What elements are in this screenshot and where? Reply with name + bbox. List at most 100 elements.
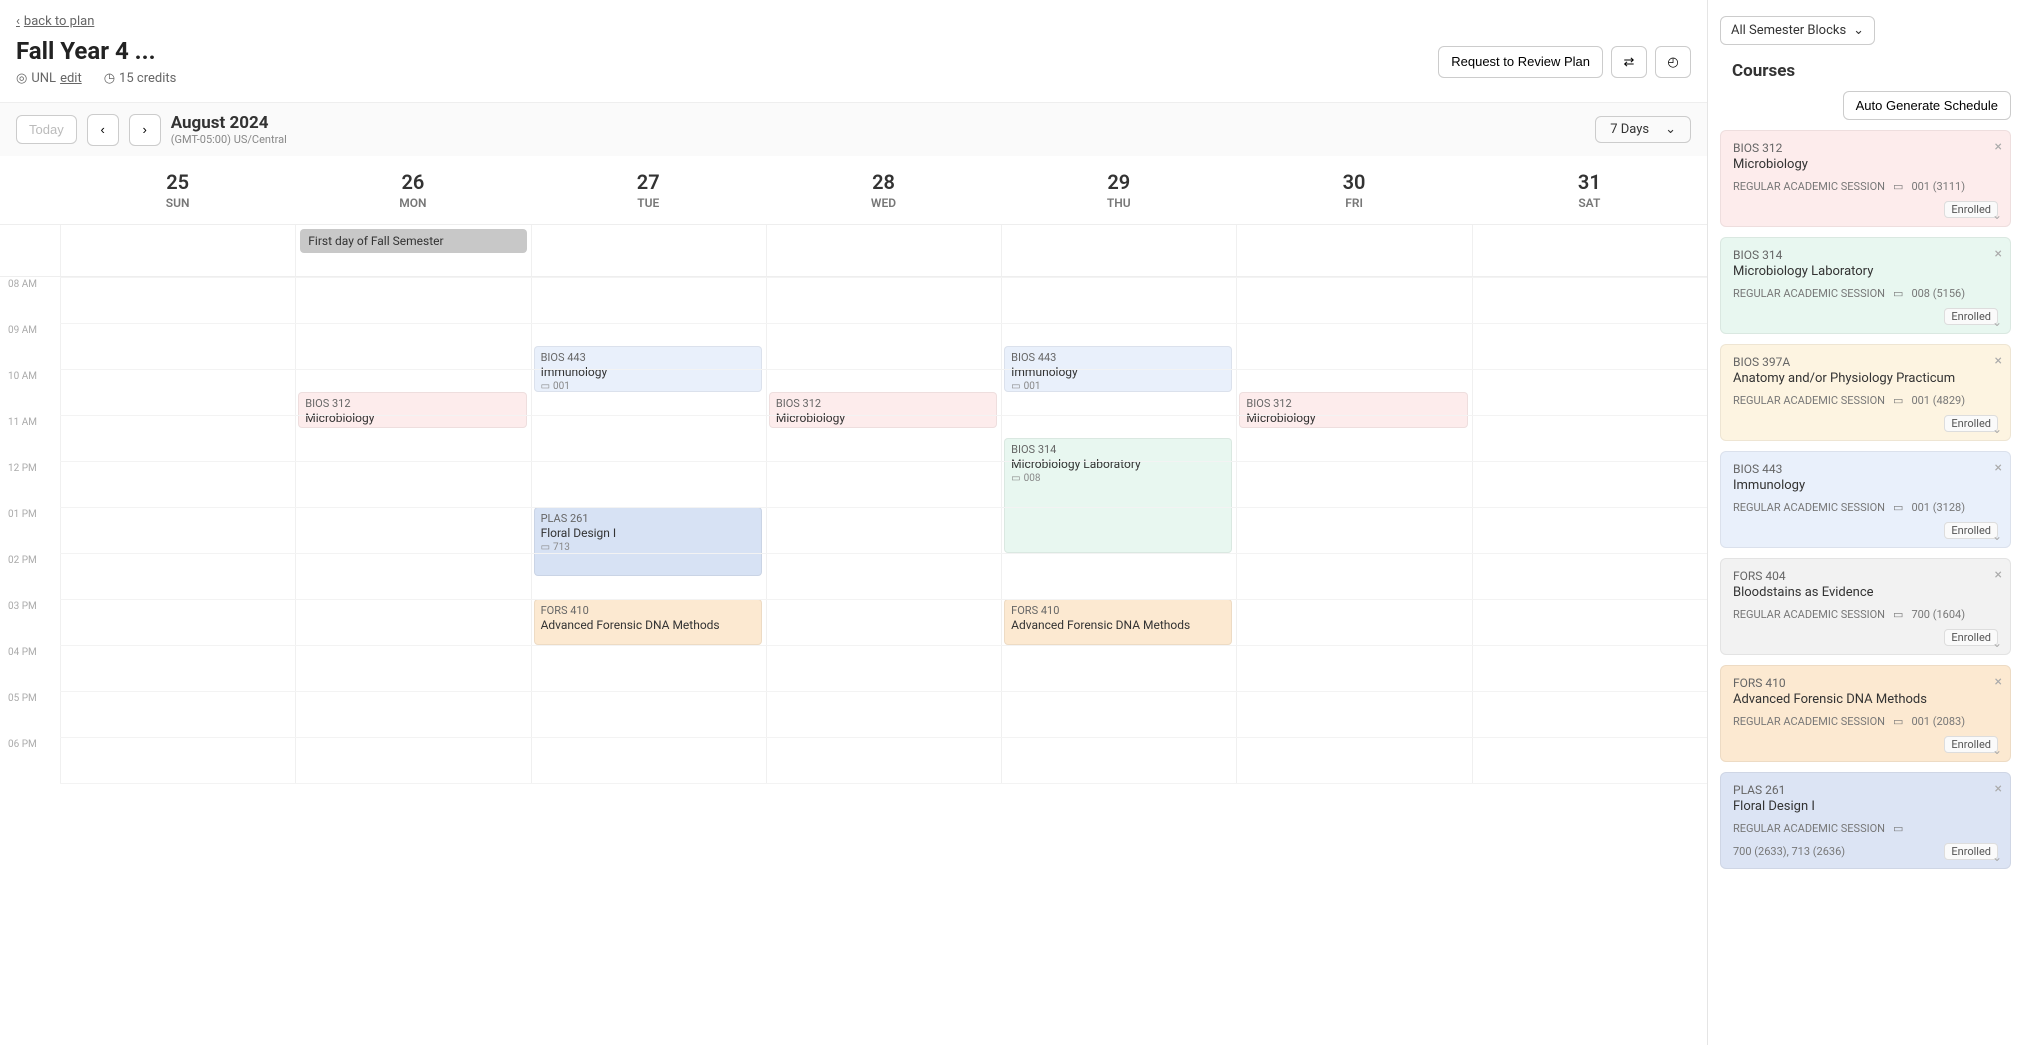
calendar-event[interactable]: FORS 410Advanced Forensic DNA Methods xyxy=(1004,599,1232,645)
stopwatch-icon: ◴ xyxy=(1667,54,1678,70)
chevron-right-icon: › xyxy=(143,122,147,137)
allday-event[interactable]: First day of Fall Semester xyxy=(300,229,526,253)
section-label: 700 (2633), 713 (2636) xyxy=(1733,845,1845,858)
section-label: 700 (1604) xyxy=(1911,608,1965,621)
calendar-icon: ▭ xyxy=(1893,608,1903,621)
course-card[interactable]: × PLAS 261 Floral Design I REGULAR ACADE… xyxy=(1720,772,2011,869)
calendar-icon: ▭ xyxy=(1893,287,1903,300)
chevron-down-icon[interactable]: ⌄ xyxy=(1992,743,2002,757)
day-number: 29 xyxy=(1001,170,1236,194)
chevron-down-icon[interactable]: ⌄ xyxy=(1992,529,2002,543)
course-name: Floral Design I xyxy=(1733,799,1998,814)
time-label: 06 PM xyxy=(0,737,60,783)
prev-week-button[interactable]: ‹ xyxy=(87,114,119,146)
chevron-down-icon[interactable]: ⌄ xyxy=(1992,850,2002,864)
time-label: 02 PM xyxy=(0,553,60,599)
course-card[interactable]: × BIOS 443 Immunology REGULAR ACADEMIC S… xyxy=(1720,451,2011,548)
day-column xyxy=(60,277,295,783)
calendar-icon: ▭ xyxy=(1893,715,1903,728)
event-code: PLAS 261 xyxy=(541,512,755,525)
calendar-icon: ▭ xyxy=(541,381,550,392)
day-name: SAT xyxy=(1472,196,1707,210)
day-column: BIOS 312Microbiology xyxy=(295,277,530,783)
time-label: 11 AM xyxy=(0,415,60,461)
calendar-event[interactable]: BIOS 312Microbiology xyxy=(1239,392,1467,428)
request-review-button[interactable]: Request to Review Plan xyxy=(1438,46,1603,78)
day-number: 27 xyxy=(531,170,766,194)
calendar-event[interactable]: BIOS 314Microbiology Laboratory▭008 xyxy=(1004,438,1232,553)
edit-link[interactable]: edit xyxy=(60,71,82,86)
chevron-down-icon[interactable]: ⌄ xyxy=(1992,315,2002,329)
session-label: REGULAR ACADEMIC SESSION xyxy=(1733,608,1885,621)
semester-filter-select[interactable]: All Semester Blocks ⌄ xyxy=(1720,16,1875,45)
day-header: 26 MON xyxy=(295,156,530,224)
back-to-plan-link[interactable]: ‹ back to plan xyxy=(16,14,94,29)
day-column xyxy=(1472,277,1707,783)
course-card[interactable]: × FORS 404 Bloodstains as Evidence REGUL… xyxy=(1720,558,2011,655)
close-icon[interactable]: × xyxy=(1995,567,2002,583)
chevron-down-icon: ⌄ xyxy=(1665,122,1676,137)
course-card[interactable]: × BIOS 314 Microbiology Laboratory REGUL… xyxy=(1720,237,2011,334)
section-label: 001 (2083) xyxy=(1911,715,1965,728)
event-code: BIOS 443 xyxy=(1011,351,1225,364)
day-column: BIOS 312Microbiology xyxy=(766,277,1001,783)
course-code: BIOS 314 xyxy=(1733,248,1998,262)
chevron-down-icon[interactable]: ⌄ xyxy=(1992,208,2002,222)
institution-label: UNL xyxy=(31,71,56,86)
close-icon[interactable]: × xyxy=(1995,674,2002,690)
course-name: Advanced Forensic DNA Methods xyxy=(1733,692,1998,707)
close-icon[interactable]: × xyxy=(1995,781,2002,797)
calendar-icon: ▭ xyxy=(1011,381,1020,392)
event-code: FORS 410 xyxy=(1011,604,1225,617)
location-icon: ◎ xyxy=(16,71,27,86)
day-header: 31 SAT xyxy=(1472,156,1707,224)
event-name: Advanced Forensic DNA Methods xyxy=(541,618,755,632)
day-header: 28 WED xyxy=(766,156,1001,224)
time-label: 01 PM xyxy=(0,507,60,553)
status-badge: Enrolled xyxy=(1944,736,1998,753)
time-label: 03 PM xyxy=(0,599,60,645)
calendar-event[interactable]: FORS 410Advanced Forensic DNA Methods xyxy=(534,599,762,645)
course-card[interactable]: × BIOS 312 Microbiology REGULAR ACADEMIC… xyxy=(1720,130,2011,227)
close-icon[interactable]: × xyxy=(1995,353,2002,369)
time-label: 05 PM xyxy=(0,691,60,737)
filter-label: All Semester Blocks xyxy=(1731,23,1846,38)
chevron-down-icon: ⌄ xyxy=(1853,23,1864,38)
next-week-button[interactable]: › xyxy=(129,114,161,146)
event-name: Floral Design I xyxy=(541,526,755,540)
chevron-down-icon[interactable]: ⌄ xyxy=(1992,636,2002,650)
chevron-left-icon: ‹ xyxy=(16,14,20,29)
section-label: 001 (3128) xyxy=(1911,501,1965,514)
time-label: 09 AM xyxy=(0,323,60,369)
calendar-event[interactable]: PLAS 261Floral Design I▭713 xyxy=(534,507,762,576)
event-code: BIOS 312 xyxy=(1246,397,1460,410)
calendar-event[interactable]: BIOS 312Microbiology xyxy=(298,392,526,428)
close-icon[interactable]: × xyxy=(1995,139,2002,155)
time-label: 10 AM xyxy=(0,369,60,415)
course-card[interactable]: × FORS 410 Advanced Forensic DNA Methods… xyxy=(1720,665,2011,762)
swap-button[interactable]: ⇄ xyxy=(1611,46,1647,78)
calendar-icon: ▭ xyxy=(1893,822,1903,835)
clock-icon: ◷ xyxy=(104,71,115,86)
time-label: 04 PM xyxy=(0,645,60,691)
status-badge: Enrolled xyxy=(1944,522,1998,539)
day-name: TUE xyxy=(531,196,766,210)
event-name: Microbiology xyxy=(305,411,519,425)
day-header: 29 THU xyxy=(1001,156,1236,224)
event-name: Immunology xyxy=(541,365,755,379)
section-label: 008 (5156) xyxy=(1911,287,1965,300)
time-label: 08 AM xyxy=(0,277,60,323)
chevron-down-icon[interactable]: ⌄ xyxy=(1992,422,2002,436)
auto-generate-button[interactable]: Auto Generate Schedule xyxy=(1843,91,2011,120)
close-icon[interactable]: × xyxy=(1995,246,2002,262)
refresh-button[interactable]: ◴ xyxy=(1655,46,1691,78)
event-code: BIOS 443 xyxy=(541,351,755,364)
event-name: Microbiology Laboratory xyxy=(1011,457,1225,471)
today-button[interactable]: Today xyxy=(16,115,77,144)
event-code: BIOS 314 xyxy=(1011,443,1225,456)
course-card[interactable]: × BIOS 397A Anatomy and/or Physiology Pr… xyxy=(1720,344,2011,441)
close-icon[interactable]: × xyxy=(1995,460,2002,476)
day-name: SUN xyxy=(60,196,295,210)
range-select[interactable]: 7 Days ⌄ xyxy=(1595,116,1691,143)
calendar-event[interactable]: BIOS 312Microbiology xyxy=(769,392,997,428)
